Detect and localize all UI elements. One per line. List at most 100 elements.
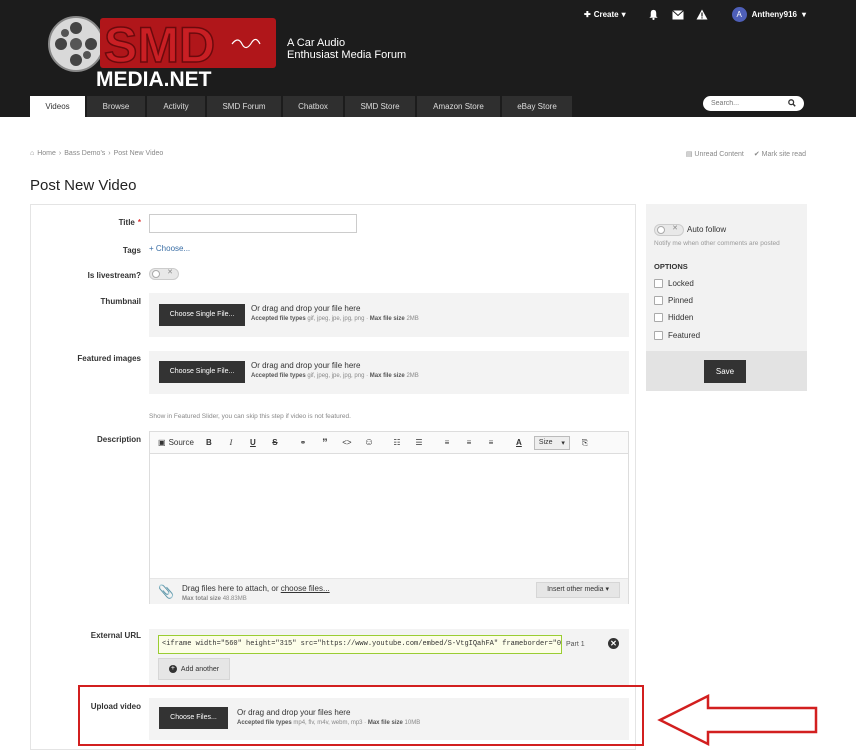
warning-icon[interactable] [696, 9, 708, 21]
description-label: Description [96, 435, 141, 444]
auto-follow-toggle[interactable]: ✕ [654, 224, 684, 236]
editor-content-area[interactable] [150, 454, 628, 578]
livestream-label: Is livestream? [87, 271, 141, 280]
featured-choose-button[interactable]: Choose Single File... [159, 361, 245, 383]
external-url-label: External URL [90, 631, 141, 640]
insert-other-media-button[interactable]: Insert other media ▾ [536, 582, 620, 598]
align-left-icon[interactable]: ≡ [437, 435, 457, 451]
page-title: Post New Video [30, 177, 137, 194]
nav-tab-chatbox[interactable]: Chatbox [283, 96, 343, 117]
main-nav: Videos Browse Activity SMD Forum Chatbox… [30, 96, 572, 117]
insert-media-label: Insert other media [547, 586, 604, 593]
option-hidden[interactable]: Hidden [654, 313, 693, 322]
bell-icon[interactable] [648, 9, 660, 21]
strikethrough-button[interactable]: S [265, 435, 285, 451]
accepted-types-value: gif, jpeg, jpe, jpg, png [307, 316, 365, 322]
code-icon[interactable]: <> [337, 435, 357, 451]
envelope-icon[interactable] [671, 9, 684, 21]
featured-images-uploader[interactable]: Choose Single File... Or drag and drop y… [149, 351, 629, 394]
choose-files-link[interactable]: choose files... [281, 584, 330, 593]
option-label: Locked [668, 279, 694, 288]
nav-tab-smd-store[interactable]: SMD Store [345, 96, 415, 117]
site-logo[interactable]: SMD MEDIA.NET [44, 10, 284, 92]
nav-tab-amazon-store[interactable]: Amazon Store [417, 96, 500, 117]
attachment-bar: 📎 Drag files here to attach, or choose f… [150, 578, 628, 604]
livestream-toggle[interactable]: ✕ [149, 268, 179, 280]
breadcrumb-bass-demos[interactable]: Bass Demo's [64, 150, 105, 157]
search-box [703, 96, 804, 111]
numbered-list-icon[interactable]: ☰ [409, 435, 429, 451]
source-button[interactable]: ▣ Source [155, 435, 197, 451]
max-size-value: 2MB [406, 373, 419, 379]
source-label: Source [168, 438, 194, 447]
remove-part-icon[interactable]: ✕ [608, 638, 619, 649]
breadcrumb: ⌂ Home › Bass Demo's › Post New Video [30, 150, 163, 157]
accepted-types-label: Accepted file types [251, 373, 306, 379]
align-right-icon[interactable]: ≡ [481, 435, 501, 451]
plus-icon: ✚ [584, 10, 591, 19]
breadcrumb-actions: ▤ Unread Content ✔ Mark site read [686, 150, 806, 158]
option-pinned[interactable]: Pinned [654, 296, 693, 305]
plus-icon: + [149, 244, 154, 253]
align-center-icon[interactable]: ≡ [459, 435, 479, 451]
breadcrumb-separator: › [108, 150, 111, 157]
create-menu-button[interactable]: ✚ Create ▾ [584, 10, 626, 19]
username-label: Antheny916 [751, 10, 797, 19]
title-label: Title * [31, 218, 141, 227]
unread-content-link[interactable]: ▤ Unread Content [686, 150, 744, 158]
font-size-select[interactable]: Size ▾ [533, 435, 570, 450]
thumbnail-choose-button[interactable]: Choose Single File... [159, 304, 245, 326]
save-button[interactable]: Save [704, 360, 746, 383]
breadcrumb-current: Post New Video [113, 150, 164, 157]
underline-button[interactable]: U [243, 435, 263, 451]
nav-tab-ebay-store[interactable]: eBay Store [502, 96, 572, 117]
bold-button[interactable]: B [199, 435, 219, 451]
attach-text-label: Drag files here to attach, or [182, 584, 279, 593]
title-input[interactable] [149, 214, 357, 233]
caret-down-icon: ▾ [801, 10, 806, 19]
quote-icon[interactable]: ” [315, 435, 335, 451]
checkbox[interactable] [654, 331, 663, 340]
attach-max-label: Max total size [182, 596, 222, 602]
user-menu[interactable]: A Antheny916 ▾ [720, 7, 806, 22]
caret-down-icon: ▾ [605, 586, 609, 593]
tagline-line-1: A Car Audio [287, 37, 346, 49]
text-color-icon[interactable]: A [509, 435, 529, 451]
checkbox[interactable] [654, 313, 663, 322]
option-featured[interactable]: Featured [654, 331, 700, 340]
bulleted-list-icon[interactable]: ☷ [387, 435, 407, 451]
checkbox[interactable] [654, 279, 663, 288]
editor-toolbar: ▣ Source B I U S ⚭ ” <> ☺ ☷ ☰ ≡ ≡ ≡ A Siz… [150, 432, 628, 454]
remove-format-icon[interactable]: ⎘ [575, 435, 595, 451]
required-marker: * [137, 218, 141, 227]
italic-button[interactable]: I [221, 435, 241, 451]
nav-tab-smd-forum[interactable]: SMD Forum [207, 96, 281, 117]
thumbnail-uploader[interactable]: Choose Single File... Or drag and drop y… [149, 293, 629, 337]
tags-label: Tags [122, 246, 141, 255]
tagline-line-2: Enthusiast Media Forum [287, 49, 407, 61]
link-icon[interactable]: ⚭ [293, 435, 313, 451]
home-icon: ⌂ [30, 150, 35, 157]
tags-choose-link[interactable]: + Choose... [149, 244, 190, 253]
nav-tab-browse[interactable]: Browse [87, 96, 145, 117]
mark-site-read-link[interactable]: ✔ Mark site read [754, 150, 806, 158]
close-icon: ✕ [167, 269, 173, 276]
nav-tab-videos[interactable]: Videos [30, 96, 85, 117]
search-input[interactable] [711, 100, 781, 107]
accepted-types-value: gif, jpeg, jpe, jpg, png [307, 373, 365, 379]
thumbnail-file-info: Accepted file types gif, jpeg, jpe, jpg,… [251, 316, 419, 322]
paperclip-icon: 📎 [158, 584, 175, 599]
search-icon[interactable] [788, 98, 796, 109]
description-editor: ▣ Source B I U S ⚭ ” <> ☺ ☷ ☰ ≡ ≡ ≡ A Siz… [149, 431, 629, 604]
emoji-icon[interactable]: ☺ [359, 435, 379, 451]
breadcrumb-home[interactable]: Home [37, 150, 56, 157]
external-url-input[interactable]: <iframe width="560" height="315" src="ht… [158, 635, 562, 654]
sidebar-footer: Save [646, 351, 807, 391]
auto-follow-label: Auto follow [687, 225, 727, 234]
max-size-label: Max file size [369, 316, 405, 322]
option-locked[interactable]: Locked [654, 279, 694, 288]
nav-tab-activity[interactable]: Activity [147, 96, 205, 117]
part-label: Part 1 [566, 641, 585, 648]
add-another-button[interactable]: + Add another [158, 658, 230, 680]
checkbox[interactable] [654, 296, 663, 305]
